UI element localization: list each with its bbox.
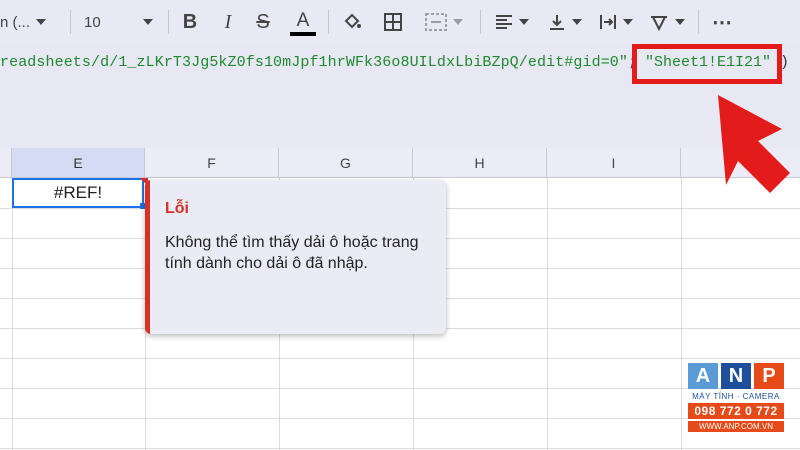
more-options-icon[interactable]: ⋯ bbox=[708, 0, 736, 44]
text-rotation-button[interactable] bbox=[646, 0, 688, 44]
toolbar-divider bbox=[698, 10, 699, 34]
align-left-icon bbox=[496, 15, 512, 29]
text-color-icon: A bbox=[296, 10, 310, 31]
anp-logo: A N P MÁY TÍNH · CAMERA 098 772 0 772 WW… bbox=[688, 363, 784, 432]
grid-line bbox=[12, 178, 13, 450]
chevron-down-icon bbox=[519, 19, 529, 25]
red-arrow-icon bbox=[718, 95, 790, 193]
column-header-partial[interactable] bbox=[0, 148, 12, 178]
chevron-down-icon bbox=[572, 19, 582, 25]
error-message: Không thể tìm thấy dải ô hoặc trang tính… bbox=[165, 234, 419, 272]
font-size-select[interactable]: 10 bbox=[84, 0, 160, 44]
toolbar-divider bbox=[168, 10, 169, 34]
toolbar: n (... 10 B I S A ⋯ bbox=[0, 0, 800, 44]
font-family-select[interactable]: n (... bbox=[0, 0, 68, 44]
merge-cells-icon bbox=[425, 13, 447, 31]
grid-line bbox=[681, 178, 682, 450]
italic-icon[interactable]: I bbox=[215, 0, 241, 44]
strikethrough-icon[interactable]: S bbox=[250, 0, 276, 44]
vertical-align-button[interactable] bbox=[545, 0, 585, 44]
text-rotation-icon bbox=[651, 16, 667, 31]
logo-website: WWW.ANP.COM.VN bbox=[688, 421, 784, 432]
borders-icon[interactable] bbox=[380, 0, 406, 44]
merge-cells-button[interactable] bbox=[418, 0, 470, 44]
text-color-swatch bbox=[290, 32, 316, 36]
grid-line bbox=[0, 418, 800, 419]
toolbar-divider bbox=[480, 10, 481, 34]
column-header-g[interactable]: G bbox=[279, 148, 413, 178]
horizontal-align-button[interactable] bbox=[492, 0, 532, 44]
column-header-i[interactable]: I bbox=[547, 148, 681, 178]
bold-icon[interactable]: B bbox=[177, 0, 203, 44]
formula-close-paren: ) bbox=[780, 54, 790, 71]
error-title: Lỗi bbox=[165, 200, 189, 217]
chevron-down-icon bbox=[623, 19, 633, 25]
formula-url-argument: readsheets/d/1_zLKrT3Jg5kZ0fs10mJpf1hrWF… bbox=[0, 54, 629, 71]
error-tooltip: Lỗi Không thể tìm thấy dải ô hoặc trang … bbox=[145, 180, 446, 334]
formula-text: readsheets/d/1_zLKrT3Jg5kZ0fs10mJpf1hrWF… bbox=[0, 54, 637, 71]
chevron-down-icon bbox=[142, 19, 153, 25]
text-color-button[interactable]: A bbox=[288, 0, 318, 44]
align-bottom-icon bbox=[550, 15, 564, 30]
logo-letter-n: N bbox=[721, 363, 751, 389]
fill-color-icon[interactable] bbox=[340, 0, 364, 44]
grid-line bbox=[547, 178, 548, 450]
column-header-e[interactable]: E bbox=[12, 148, 145, 178]
column-header-h[interactable]: H bbox=[413, 148, 547, 178]
chevron-down-icon bbox=[36, 19, 47, 25]
logo-tagline: MÁY TÍNH · CAMERA bbox=[692, 392, 780, 401]
text-wrap-button[interactable] bbox=[596, 0, 636, 44]
font-size-value: 10 bbox=[84, 13, 101, 31]
error-accent-bar bbox=[145, 180, 150, 334]
font-family-value: n (... bbox=[0, 13, 31, 31]
column-header-f[interactable]: F bbox=[145, 148, 279, 178]
cell-e1[interactable]: #REF! bbox=[12, 178, 144, 208]
logo-letter-a: A bbox=[688, 363, 718, 389]
grid-line bbox=[0, 388, 800, 389]
chevron-down-icon bbox=[453, 19, 463, 25]
logo-phone: 098 772 0 772 bbox=[688, 403, 784, 419]
toolbar-divider bbox=[70, 10, 71, 34]
logo-letter-p: P bbox=[754, 363, 784, 389]
text-wrap-icon bbox=[600, 15, 616, 29]
chevron-down-icon bbox=[675, 19, 685, 25]
grid-line bbox=[0, 448, 800, 449]
toolbar-divider bbox=[328, 10, 329, 34]
grid-line bbox=[0, 358, 800, 359]
formula-range-argument: "Sheet1!E1I21" bbox=[645, 54, 772, 71]
